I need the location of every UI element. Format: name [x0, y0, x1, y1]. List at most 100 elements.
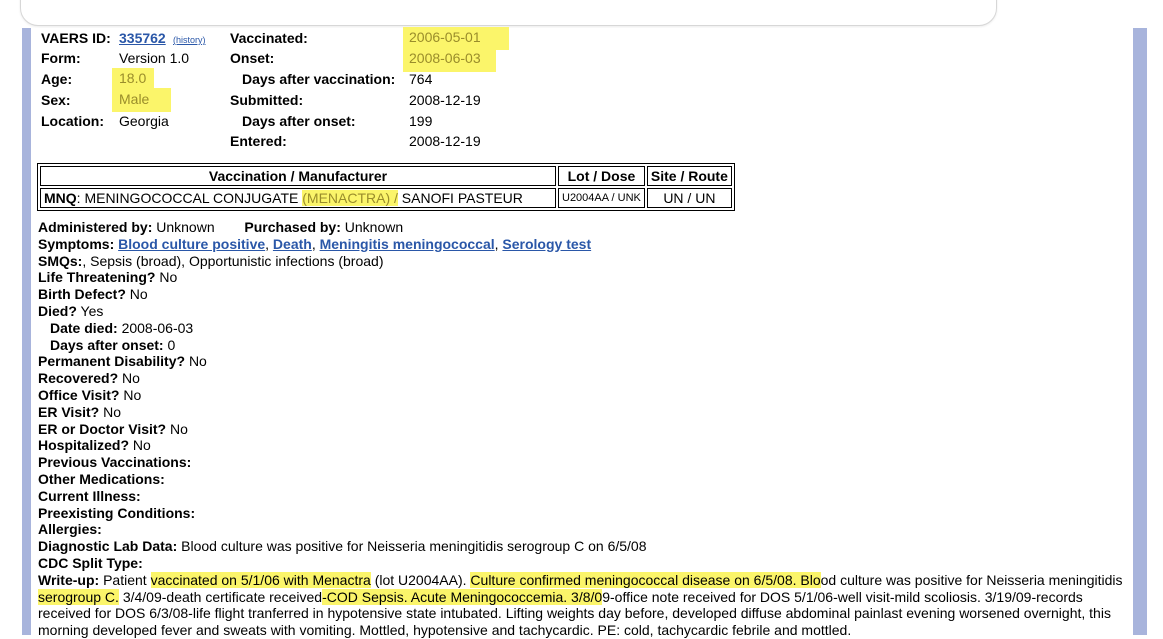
left-page-border: [22, 28, 31, 635]
hospitalized-value: No: [132, 437, 151, 454]
permanent-disability-row: Permanent Disability? No: [38, 353, 1133, 370]
hospitalized-row: Hospitalized? No: [38, 437, 1133, 454]
er-doctor-visit-label: ER or Doctor Visit?: [38, 420, 167, 437]
smqs-value: , Sepsis (broad), Opportunistic infectio…: [82, 252, 384, 269]
vaccination-cell: MNQ: MENINGOCOCCAL CONJUGATE (MENACTRA) …: [40, 188, 556, 208]
symptoms-label: Symptoms:: [38, 235, 115, 252]
days-after-onset-row: Days after onset: 0: [38, 337, 1133, 354]
administered-row: Administered by: Unknown Purchased by: U…: [38, 219, 1133, 236]
days-after-onset-value-2: 0: [167, 336, 176, 353]
vaccination-table: Vaccination / Manufacturer Lot / Dose Si…: [37, 163, 735, 211]
site-route-cell: UN / UN: [646, 188, 732, 208]
vaccinated-label: Vaccinated:: [230, 30, 308, 46]
er-visit-label: ER Visit?: [38, 403, 100, 420]
hospitalized-label: Hospitalized?: [38, 437, 130, 454]
writeup-text-2: (lot U2004AA).: [370, 571, 471, 588]
form-label: Form:: [41, 50, 81, 66]
current-illness-label: Current Illness:: [38, 487, 141, 504]
entered-value: 2008-12-19: [409, 133, 481, 149]
smqs-row: SMQs:, Sepsis (broad), Opportunistic inf…: [38, 253, 1133, 270]
writeup-text-4: 3/4/09-death certificate received: [118, 588, 323, 605]
administered-value: Unknown: [156, 219, 215, 235]
administered-label: Administered by:: [38, 219, 153, 235]
vaers-id-link[interactable]: 335762: [119, 30, 166, 47]
symptom-link-death[interactable]: Death: [273, 236, 312, 252]
diagnostic-lab-label: Diagnostic Lab Data:: [38, 538, 178, 555]
location-label: Location:: [41, 113, 104, 129]
days-after-vaccination-value: 764: [409, 71, 433, 87]
er-doctor-visit-value: No: [169, 420, 188, 437]
recovered-value: No: [122, 370, 140, 387]
allergies-label: Allergies:: [38, 521, 102, 538]
died-label: Died?: [38, 302, 77, 319]
writeup-highlight-cod: -COD Sepsis. Acute Meningococcemia. 3/8/…: [322, 588, 603, 605]
recovered-row: Recovered? No: [38, 370, 1133, 387]
other-medications-label: Other Medications:: [38, 470, 165, 487]
submitted-value: 2008-12-19: [409, 92, 481, 108]
er-visit-value: No: [103, 403, 121, 420]
writeup-highlight-vaccinated: vaccinated on 5/1/06 with Menactra: [150, 571, 371, 588]
allergies-row: Allergies:: [38, 521, 1133, 538]
smqs-label: SMQs:: [38, 252, 83, 269]
form-value: Version 1.0: [119, 50, 190, 66]
vaccination-table-header-row: Vaccination / Manufacturer Lot / Dose Si…: [40, 166, 732, 186]
sex-label: Sex:: [41, 92, 71, 108]
history-link[interactable]: (history): [173, 35, 206, 45]
symptoms-row: Symptoms: Blood culture positive, Death,…: [38, 235, 592, 252]
lot-dose-header: Lot / Dose: [558, 166, 645, 186]
date-died-label: Date died:: [50, 319, 118, 336]
cdc-split-row: CDC Split Type:: [38, 555, 1133, 572]
site-route-header: Site / Route: [646, 166, 732, 186]
diagnostic-lab-value: Blood culture was positive for Neisseria…: [181, 538, 647, 555]
browser-top-bar: [0, 0, 1163, 28]
symptom-link-blood-culture[interactable]: Blood culture positive: [118, 236, 265, 252]
died-value: Yes: [80, 302, 104, 319]
diagnostic-lab-row: Diagnostic Lab Data: Blood culture was p…: [38, 538, 1133, 555]
life-threatening-value: No: [159, 269, 178, 286]
symptom-link-meningitis[interactable]: Meningitis meningococcal: [320, 236, 495, 252]
life-threatening-label: Life Threatening?: [38, 269, 156, 286]
er-doctor-visit-row: ER or Doctor Visit? No: [38, 421, 1133, 438]
writeup-row: Write-up: Patient vaccinated on 5/1/06 w…: [38, 571, 1133, 639]
days-after-onset-value: 199: [409, 113, 433, 129]
birth-defect-row: Birth Defect? No: [38, 286, 1133, 303]
permanent-disability-value: No: [188, 353, 207, 370]
recovered-label: Recovered?: [38, 370, 119, 387]
address-bar[interactable]: [20, 0, 997, 26]
onset-value: 2008-06-03: [403, 47, 496, 72]
location-value: Georgia: [119, 113, 169, 129]
died-row: Died? Yes: [38, 303, 1133, 320]
age-label: Age:: [41, 71, 73, 87]
lot-dose-cell: U2004AA / UNK: [558, 188, 645, 208]
purchased-label: Purchased by:: [244, 219, 341, 235]
vaccine-name: : MENINGOCOCCAL CONJUGATE: [76, 190, 303, 206]
previous-vaccinations-label: Previous Vaccinations:: [38, 454, 192, 471]
vaccination-manufacturer-header: Vaccination / Manufacturer: [40, 166, 556, 186]
birth-defect-value: No: [129, 286, 148, 303]
purchased-value: Unknown: [344, 219, 404, 235]
preexisting-conditions-row: Preexisting Conditions:: [38, 505, 1133, 522]
vaers-id-label: VAERS ID:: [41, 30, 111, 46]
date-died-value: 2008-06-03: [121, 319, 194, 336]
permanent-disability-label: Permanent Disability?: [38, 353, 186, 370]
days-after-vaccination-label: Days after vaccination:: [242, 71, 396, 87]
submitted-label: Submitted:: [230, 92, 304, 108]
days-after-onset-label-2: Days after onset:: [50, 336, 164, 353]
writeup-text-3: od culture was positive for Neisseria me…: [820, 571, 1123, 588]
entered-label: Entered:: [230, 133, 287, 149]
office-visit-label: Office Visit?: [38, 386, 120, 403]
sex-value: Male: [112, 88, 172, 112]
office-visit-row: Office Visit? No: [38, 387, 1133, 404]
previous-vaccinations-row: Previous Vaccinations:: [38, 454, 1133, 471]
writeup-highlight-serogroup: serogroup C.: [38, 588, 119, 605]
symptom-link-serology[interactable]: Serology test: [502, 236, 591, 252]
writeup-label: Write-up:: [38, 571, 100, 588]
cdc-split-label: CDC Split Type:: [38, 554, 143, 571]
age-value: 18.0: [112, 68, 155, 90]
current-illness-row: Current Illness:: [38, 488, 1133, 505]
er-visit-row: ER Visit? No: [38, 404, 1133, 421]
vaccine-code: MNQ: [44, 190, 77, 206]
other-medications-row: Other Medications:: [38, 471, 1133, 488]
life-threatening-row: Life Threatening? No: [38, 269, 1133, 286]
vaccine-brand-highlight: (MENACTRA) /: [302, 190, 398, 206]
